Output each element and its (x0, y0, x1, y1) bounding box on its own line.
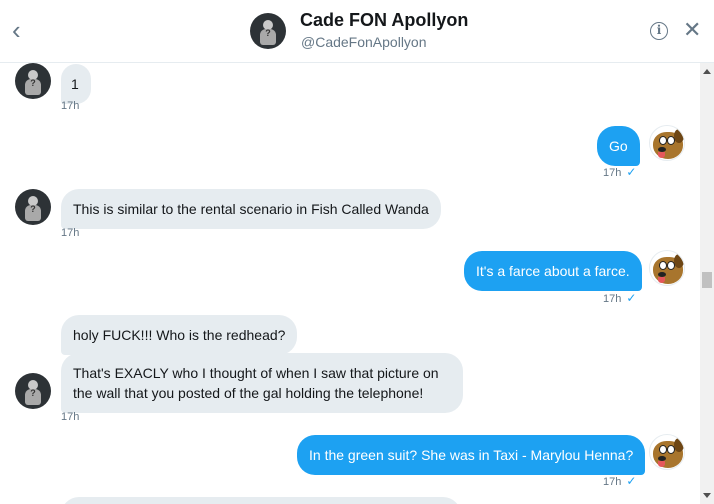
scroll-up-icon[interactable] (703, 69, 711, 74)
user-avatar[interactable] (649, 434, 685, 470)
sender-avatar[interactable]: ? (15, 373, 51, 409)
thread-scrollbar[interactable] (700, 63, 714, 504)
scroll-down-icon[interactable] (703, 493, 711, 498)
incoming-message[interactable]: 1 (61, 64, 91, 104)
user-avatar[interactable] (649, 125, 685, 161)
contact-handle: @CadeFonApollyon (301, 34, 427, 50)
sent-check-icon: ✓ (626, 291, 637, 305)
contact-name[interactable]: Cade FON Apollyon (300, 10, 468, 31)
info-icon[interactable]: i (650, 22, 668, 40)
incoming-message[interactable]: That's EXACLY who I thought of when I sa… (61, 353, 463, 413)
incoming-message[interactable]: This is similar to the rental scenario i… (61, 189, 441, 229)
outgoing-message[interactable]: In the green suit? She was in Taxi - Mar… (297, 435, 646, 475)
incoming-message-partial (61, 497, 461, 504)
sender-avatar[interactable]: ? (15, 63, 51, 99)
outgoing-message[interactable]: It's a farce about a farce. (464, 251, 642, 291)
outgoing-message[interactable]: Go (597, 126, 640, 166)
sent-check-icon: ✓ (626, 165, 637, 179)
sent-check-icon: ✓ (626, 474, 637, 488)
message-timestamp: 17h ✓ (603, 165, 637, 179)
scrollbar-thumb[interactable] (702, 272, 712, 288)
message-thread: ? 1 17h Go 17h ✓ ? This is similar to the… (0, 63, 700, 504)
close-icon[interactable]: ✕ (683, 19, 701, 41)
message-timestamp: 17h (61, 227, 80, 239)
user-avatar[interactable] (649, 250, 685, 286)
chevron-left-icon: ‹ (12, 15, 21, 45)
sender-avatar[interactable]: ? (15, 189, 51, 225)
header-avatar[interactable]: ? (250, 13, 286, 49)
message-timestamp: 17h (61, 411, 80, 423)
back-button[interactable]: ‹ (12, 16, 36, 44)
incoming-message[interactable]: holy FUCK!!! Who is the redhead? (61, 315, 298, 355)
message-timestamp: 17h (61, 100, 80, 112)
message-timestamp: 17h ✓ (603, 291, 637, 305)
message-timestamp: 17h ✓ (603, 474, 637, 488)
conversation-header: ‹ ? Cade FON Apollyon @CadeFonApollyon i… (0, 0, 714, 63)
